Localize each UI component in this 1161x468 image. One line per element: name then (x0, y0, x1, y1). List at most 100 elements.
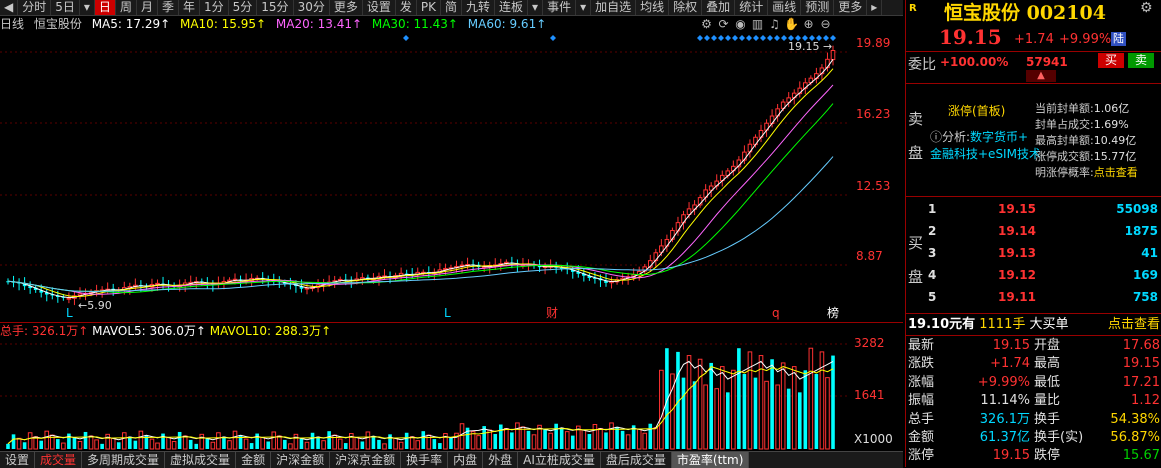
toolbar-item-19[interactable]: 连板 (495, 0, 529, 15)
zoom-out-icon[interactable]: ⊖ (817, 17, 834, 31)
tab-9[interactable]: 外盘 (483, 452, 519, 468)
toolbar-item-26[interactable]: 叠加 (702, 0, 736, 15)
settings-icon[interactable]: ⚙ (1140, 0, 1153, 16)
bid-row[interactable]: 5 19.11 758 (906, 286, 1161, 308)
toolbar-item-6[interactable]: 月 (137, 0, 158, 15)
toolbar-item-22[interactable]: ▾ (576, 0, 592, 15)
toolbar-item-13[interactable]: 更多 (330, 0, 363, 15)
toolbar-item-20[interactable]: ▾ (528, 0, 544, 15)
toolbar-item-14[interactable]: 设置 (363, 0, 396, 15)
event-marker[interactable] (704, 35, 710, 41)
volume-bar (310, 432, 315, 449)
event-marker[interactable] (697, 35, 703, 41)
sell-button[interactable]: 卖 (1128, 53, 1154, 68)
event-marker[interactable] (550, 35, 556, 41)
toolbar-item-10[interactable]: 5分 (229, 0, 258, 15)
bid-row[interactable]: 3 19.13 41 (906, 242, 1161, 264)
toolbar-item-17[interactable]: 简 (441, 0, 463, 15)
tab-1[interactable]: 成交量 (35, 452, 83, 468)
toolbar-item-12[interactable]: 30分 (294, 0, 330, 15)
toolbar-item-25[interactable]: 除权 (669, 0, 703, 15)
toolbar-item-9[interactable]: 1分 (200, 0, 229, 15)
toolbar-item-16[interactable]: PK (417, 0, 441, 15)
toolbar-item-11[interactable]: 15分 (257, 0, 294, 15)
event-marker[interactable] (718, 35, 724, 41)
tab-3[interactable]: 虚拟成交量 (165, 452, 237, 468)
settings-icon[interactable]: ⚙ (698, 17, 715, 31)
event-marker[interactable] (767, 35, 773, 41)
refresh-icon[interactable]: ⟳ (715, 17, 732, 31)
event-tag[interactable]: L (66, 306, 73, 320)
toolbar-item-15[interactable]: 发 (396, 0, 417, 15)
ma5-value: MA5: 17.29↑ (91, 17, 171, 31)
event-marker[interactable] (781, 35, 787, 41)
analysis-tags-2[interactable]: 金融科技+eSIM技术 (930, 145, 1041, 162)
event-marker[interactable] (774, 35, 780, 41)
eye-icon[interactable]: ◉ (732, 17, 749, 31)
toolbar-item-4[interactable]: 日 (94, 0, 116, 15)
volume-bar (510, 432, 514, 449)
event-tag[interactable]: 榜 (827, 305, 839, 320)
volume-bar (266, 441, 271, 449)
tab-10[interactable]: AI立桩成交量 (518, 452, 601, 468)
toolbar-item-8[interactable]: 年 (179, 0, 200, 15)
hand-icon[interactable]: ✋ (783, 17, 800, 31)
buy-button[interactable]: 买 (1098, 53, 1124, 68)
toolbar-item-1[interactable]: 分时 (18, 0, 52, 15)
toolbar-item-30[interactable]: 更多 (834, 0, 868, 15)
analysis-tags[interactable]: 数字货币+ (970, 130, 1028, 144)
event-marker[interactable] (403, 35, 409, 41)
tab-7[interactable]: 换手率 (401, 452, 449, 468)
collapse-icon[interactable]: ▲ (1026, 70, 1056, 82)
tab-0[interactable]: 设置 (0, 452, 36, 468)
bid-row[interactable]: 2 19.14 1875 (906, 220, 1161, 242)
stock-title: 恒宝股份 002104 (944, 2, 1106, 24)
toolbar-item-21[interactable]: 事件 (543, 0, 577, 15)
zoom-in-icon[interactable]: ⊕ (800, 17, 817, 31)
volume-bar (110, 437, 116, 450)
tab-6[interactable]: 沪深京金额 (330, 452, 402, 468)
event-tag[interactable]: q (772, 306, 780, 320)
bid-row[interactable]: 4 19.12 169 (906, 264, 1161, 286)
toolbar-item-5[interactable]: 周 (116, 0, 137, 15)
volume-bar (692, 381, 697, 449)
toolbar-item-28[interactable]: 画线 (768, 0, 802, 15)
event-marker[interactable] (760, 35, 766, 41)
event-marker[interactable] (746, 35, 752, 41)
volume-bar (415, 440, 421, 450)
tab-4[interactable]: 金额 (236, 452, 272, 468)
volume-chart[interactable] (0, 338, 850, 450)
tab-12[interactable]: 市盈率(ttm) (671, 452, 750, 468)
event-marker[interactable] (711, 35, 717, 41)
toolbar-item-27[interactable]: 统计 (735, 0, 769, 15)
bell-icon[interactable]: ♫ (766, 17, 783, 31)
volume-bar (449, 437, 453, 449)
toolbar-item-7[interactable]: 季 (158, 0, 179, 15)
price-chart[interactable]: 19.15 → ←5.90 L L 财 q 榜 (0, 32, 850, 322)
toolbar-item-29[interactable]: 预测 (801, 0, 835, 15)
event-marker[interactable] (739, 35, 745, 41)
bid-row[interactable]: 1 19.15 55098 (906, 198, 1161, 220)
toolbar-item-24[interactable]: 均线 (636, 0, 670, 15)
toolbar-item-0[interactable]: ◀ (0, 0, 19, 15)
toolbar-item-3[interactable]: ▾ (80, 0, 95, 15)
event-marker[interactable] (732, 35, 738, 41)
tab-2[interactable]: 多周期成交量 (82, 452, 166, 468)
toolbar-item-2[interactable]: 5日 (51, 0, 80, 15)
stat-value: 1.06亿 (1093, 102, 1130, 115)
tab-5[interactable]: 沪深金额 (271, 452, 331, 468)
toolbar-item-31[interactable]: ▸ (867, 0, 883, 15)
tab-8[interactable]: 内盘 (448, 452, 484, 468)
stat-value[interactable]: 点击查看 (1094, 166, 1138, 179)
toolbar-item-23[interactable]: 加自选 (591, 0, 637, 15)
big-order-link[interactable]: 点击查看 (1108, 316, 1160, 334)
trash-icon[interactable]: ▥ (749, 17, 766, 31)
event-marker[interactable] (725, 35, 731, 41)
tab-11[interactable]: 盘后成交量 (601, 452, 672, 468)
volume-bar (770, 359, 774, 449)
event-tag[interactable]: 财 (546, 306, 558, 320)
quote-value: 11.14% (980, 393, 1030, 409)
toolbar-item-18[interactable]: 九转 (462, 0, 496, 15)
event-tag[interactable]: L (444, 306, 451, 320)
event-marker[interactable] (753, 35, 759, 41)
